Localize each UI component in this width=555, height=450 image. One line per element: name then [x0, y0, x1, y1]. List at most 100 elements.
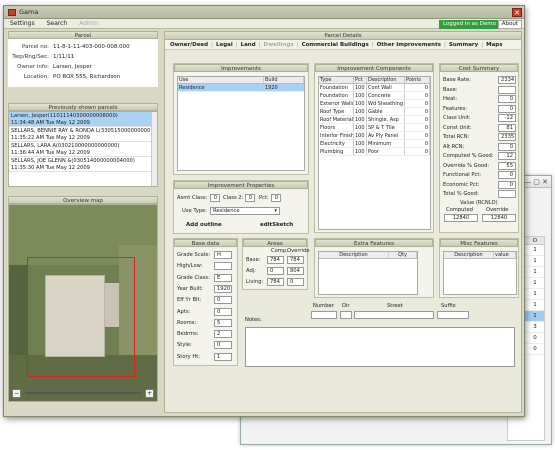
cost-label: Total RCN:	[443, 134, 470, 140]
tab-land[interactable]: Land	[238, 42, 259, 48]
parcel-row: Location: PO BOX 555, Richardson	[23, 74, 121, 80]
cost-label: Computed % Good:	[443, 153, 494, 159]
misc-features-section: Misc Features Description value	[439, 238, 519, 298]
cost-field[interactable]: 55	[498, 161, 516, 170]
parcel-row: Parcel no: 11-8-1-11-403-000-008.000	[22, 44, 130, 50]
base-data-field[interactable]: 0	[214, 296, 232, 305]
cost-field[interactable]: 2335	[498, 133, 516, 141]
window-title: Gama	[19, 8, 39, 16]
area-comp-field[interactable]: 784	[267, 256, 284, 264]
close-button[interactable]: ✕	[512, 8, 522, 17]
table-row[interactable]: Foundation 100 Cont Wall 0	[319, 84, 430, 92]
table-row[interactable]: Foundation 100 Concrete 0	[319, 92, 430, 100]
menu-bar: Settings Search Admin Logged in as Demo …	[4, 19, 524, 29]
cost-label: Alt RCN:	[443, 143, 465, 150]
zoom-in-button[interactable]: +	[145, 389, 154, 398]
menu-search[interactable]: Search	[41, 20, 74, 27]
cost-field[interactable]: 12	[498, 152, 516, 160]
area-override-field[interactable]: 0	[287, 278, 304, 286]
area-override-field[interactable]: 784	[287, 256, 304, 264]
tab-summary[interactable]: Summary	[446, 42, 481, 48]
cost-label: Class Unit:	[443, 115, 471, 121]
tab-legal[interactable]: Legal	[213, 42, 236, 48]
cost-label: Base Rate:	[443, 77, 471, 83]
table-row[interactable]: Roof Material 100 Shingle, Asp 0	[319, 116, 430, 124]
zoom-slider[interactable]	[25, 392, 141, 394]
cost-field[interactable]: 0	[498, 142, 516, 151]
list-item[interactable]: SELLARS, JOE GLENN &(030514000000004000)…	[9, 157, 157, 172]
address-dir-input[interactable]	[340, 311, 352, 319]
base-data-field[interactable]: 1920	[214, 284, 232, 293]
table-row[interactable]: Residence 1920	[178, 84, 304, 92]
area-override-field[interactable]: 804	[287, 267, 304, 275]
menu-settings[interactable]: Settings	[4, 20, 41, 27]
base-data-field[interactable]: 0	[214, 341, 232, 350]
list-scrollbar[interactable]	[151, 112, 157, 186]
class2-field[interactable]: 0	[245, 194, 255, 202]
assessment-class-field[interactable]: 0	[210, 194, 220, 202]
area-comp-field[interactable]: 784	[267, 278, 284, 286]
cost-field[interactable]: 0	[498, 104, 516, 113]
cost-field[interactable]	[498, 190, 516, 198]
base-data-field[interactable]: E	[214, 273, 232, 282]
title-bar: Gama	[4, 6, 524, 19]
cost-label: Features:	[443, 105, 468, 112]
table-row[interactable]: Roof Type 100 Gable 0	[319, 108, 430, 116]
cost-field[interactable]: 2334	[498, 76, 516, 84]
list-item[interactable]: SELLARS, BENNIE RAY & RONDA L(3305150000…	[9, 127, 157, 142]
overview-map[interactable]: − +	[8, 204, 158, 402]
cost-field[interactable]	[498, 85, 516, 94]
base-data-field[interactable]	[214, 262, 232, 271]
area-comp-field[interactable]: 0	[267, 267, 284, 275]
base-data-header: Base data	[174, 239, 237, 247]
about-button[interactable]: About	[497, 20, 522, 29]
pct-field[interactable]: 0	[271, 194, 281, 202]
list-item[interactable]: Larsen, Jesper(11011140300000008000) 11:3…	[9, 112, 157, 127]
cost-label: Functional Pct:	[443, 172, 482, 178]
cost-field[interactable]: 0	[498, 171, 516, 179]
area-label: Adj:	[246, 268, 256, 274]
cost-field[interactable]: 81	[498, 123, 516, 132]
use-type-select[interactable]: Residence ▾	[210, 207, 280, 215]
previous-parcels-list: Larsen, Jesper(11011140300000008000) 11:3…	[8, 111, 158, 187]
base-data-field[interactable]: 1	[214, 352, 232, 361]
components-table-header: Type Pct Description Points	[319, 77, 430, 84]
address-suffix-input[interactable]	[437, 311, 469, 319]
address-number-input[interactable]	[311, 311, 337, 319]
tab-maps[interactable]: Maps	[483, 42, 505, 48]
computed-value-field[interactable]: 12840	[444, 214, 478, 222]
cost-field[interactable]: -12	[498, 114, 516, 122]
base-data-field[interactable]: 2	[214, 330, 232, 339]
table-row[interactable]: Plumbing 100 Poor 0	[319, 148, 430, 156]
cost-summary-section: Cost Summary Base Rate: 2334 Base: Heat: 0 Fe…	[439, 63, 519, 233]
tab-owner-deed[interactable]: Owner/Deed	[167, 42, 211, 48]
parcel-details-header: Parcel Details	[165, 32, 521, 40]
cost-field[interactable]: 0	[498, 180, 516, 189]
base-data-field[interactable]: 5	[214, 318, 232, 327]
override-value-field[interactable]: 12840	[482, 214, 516, 222]
notes-textarea[interactable]	[245, 327, 515, 367]
cost-label: Override % Good:	[443, 162, 490, 169]
table-row[interactable]: Electricity 100 Minimum 0	[319, 140, 430, 148]
tab-commercial-buildings[interactable]: Commercial Buildings	[299, 42, 372, 48]
table-row[interactable]: Exterior Walls 100 Wd Sheathing 0	[319, 100, 430, 108]
base-data-field[interactable]: 0	[214, 307, 232, 316]
tab-dwellings[interactable]: Dwellings	[261, 42, 297, 48]
edit-sketch-button[interactable]: editSketch	[260, 222, 293, 228]
zoom-out-button[interactable]: −	[12, 389, 21, 398]
base-data-label: High/Low:	[177, 263, 203, 270]
cost-summary-header: Cost Summary	[440, 64, 518, 72]
table-row[interactable]: Floors 100 SP & T Tile 0	[319, 124, 430, 132]
tab-other-improvements[interactable]: Other Improvements	[374, 42, 444, 48]
misc-features-header: Misc Features	[440, 239, 518, 247]
add-outline-button[interactable]: Add outline	[186, 222, 222, 228]
window-controls-icon[interactable]: — ▢ ✕	[524, 178, 548, 186]
base-data-field[interactable]: H	[214, 251, 232, 259]
cost-field[interactable]: 0	[498, 95, 516, 103]
areas-section: Areas Comp. Override Base: 784 784 Adj: 0 804…	[242, 238, 309, 290]
improvement-properties-header: Improvement Properties	[174, 181, 308, 189]
address-street-input[interactable]	[354, 311, 434, 319]
list-item[interactable]: SELLARS, LARA A(030210000000000000) 11:36…	[9, 142, 157, 157]
parcel-details-panel: Parcel Details Owner/Deed | Legal | Land | …	[164, 31, 522, 413]
table-row[interactable]: Interior Finish 100 Av Ply Panel 0	[319, 132, 430, 140]
